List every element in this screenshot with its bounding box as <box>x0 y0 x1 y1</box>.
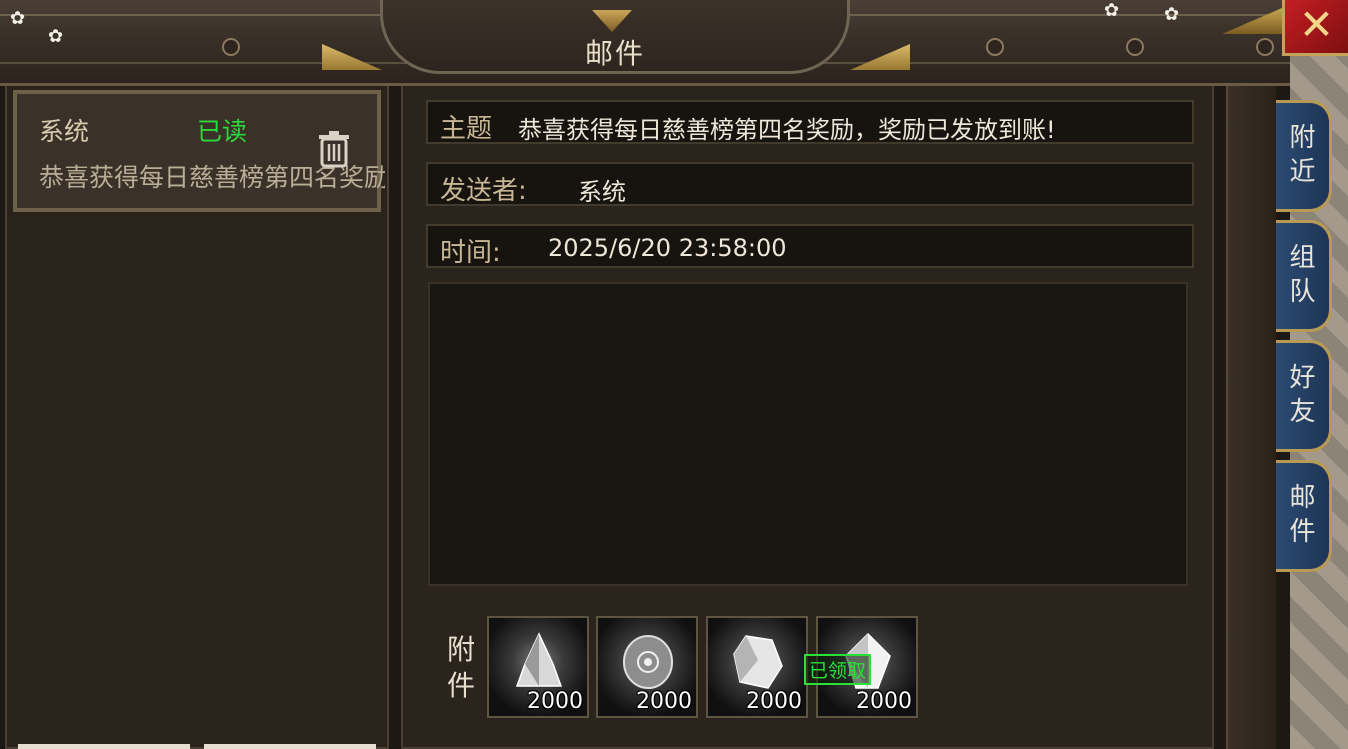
rivet-icon <box>1126 38 1144 56</box>
rivet-icon <box>986 38 1004 56</box>
subject-value: 恭喜获得每日慈善榜第四名奖励，奖励已发放到账! <box>518 116 1056 144</box>
attachment-slot[interactable]: 已领取 2000 <box>804 616 918 718</box>
side-rail <box>1226 86 1276 749</box>
side-tab-mail[interactable]: 邮 件 <box>1276 460 1332 572</box>
mail-sender: 系统 <box>39 117 90 146</box>
blossom-icon: ✿ <box>1164 4 1180 25</box>
side-tab-friends[interactable]: 好 友 <box>1276 340 1332 452</box>
blossom-icon: ✿ <box>48 26 64 47</box>
side-tab-team[interactable]: 组 队 <box>1276 220 1332 332</box>
attachment-slot[interactable]: 2000 <box>706 616 808 718</box>
bottom-button[interactable] <box>18 744 190 749</box>
trash-icon[interactable] <box>317 130 351 168</box>
sender-row: 发送者: 系统 <box>426 162 1194 206</box>
white-crystal-icon <box>733 635 783 689</box>
mail-list-item[interactable]: 系统 已读 恭喜获得每日慈善榜第四名奖励，奖励已发放到账! <box>11 88 385 214</box>
blossom-icon: ✿ <box>1104 0 1120 21</box>
subject-row: 主题 恭喜获得每日慈善榜第四名奖励，奖励已发放到账! <box>426 100 1194 144</box>
time-row: 时间: 2025/6/20 23:58:00 <box>426 224 1194 268</box>
mail-body <box>428 282 1188 586</box>
rivet-icon <box>222 38 240 56</box>
side-tab-nearby[interactable]: 附 近 <box>1276 100 1332 212</box>
time-label: 时间: <box>440 238 501 268</box>
subject-label: 主题 <box>440 114 493 144</box>
attachment-quantity: 2000 <box>636 689 692 714</box>
sender-value: 系统 <box>578 178 626 206</box>
window-title: 邮件 <box>584 37 645 70</box>
rivet-icon <box>1256 38 1274 56</box>
blossom-icon: ✿ <box>10 8 26 29</box>
time-value: 2025/6/20 23:58:00 <box>548 234 787 262</box>
sender-label: 发送者: <box>440 176 527 206</box>
rune-stone-icon <box>623 635 673 689</box>
attachment-quantity: 2000 <box>527 689 583 714</box>
attachments-label: 附 件 <box>446 633 475 702</box>
attachment-quantity: 2000 <box>856 689 912 714</box>
attachment-quantity: 2000 <box>746 689 802 714</box>
attachment-slot[interactable]: 2000 <box>596 616 698 718</box>
mail-read-status: 已读 <box>197 117 248 146</box>
claimed-badge: 已领取 <box>804 654 872 685</box>
attachment-slot[interactable]: 2000 <box>487 616 589 718</box>
crystal-shard-icon <box>515 632 563 687</box>
bottom-button[interactable] <box>204 744 376 749</box>
close-button[interactable]: ✕ <box>1282 0 1348 56</box>
